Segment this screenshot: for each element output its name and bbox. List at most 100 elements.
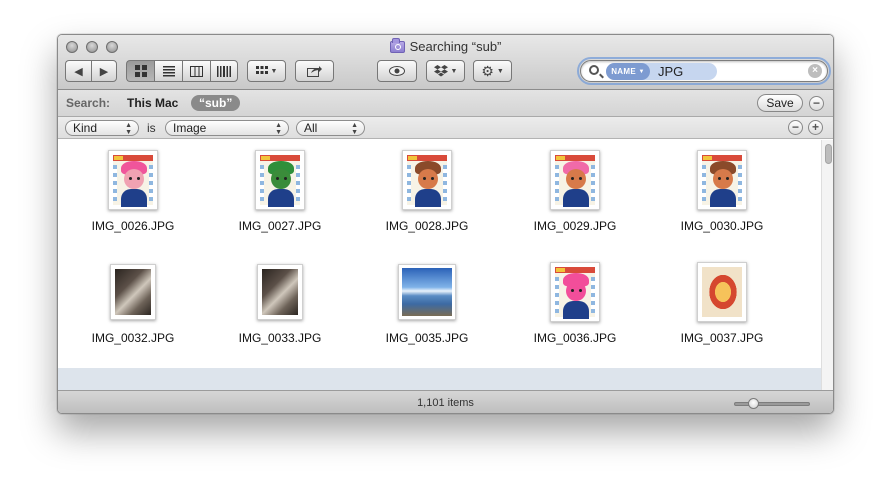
window-title: Searching “sub” [58,37,833,54]
file-thumbnail [398,264,456,320]
criteria-operator: is [147,121,156,135]
remove-scope-button[interactable]: − [809,96,824,111]
file-name-label: IMG_0037.JPG [680,331,764,345]
scope-this-mac[interactable]: This Mac [127,96,178,110]
thumbnail-art [408,156,417,160]
minus-icon: − [791,120,799,134]
coverflow-view-button[interactable] [210,60,238,82]
file-item[interactable]: IMG_0029.JPG [510,150,640,250]
thumbnail-art [431,177,434,180]
file-item[interactable]: IMG_0027.JPG [215,150,345,250]
file-name-label: IMG_0029.JPG [533,219,617,233]
thumbnail-art [591,165,595,201]
smart-folder-icon [389,37,405,53]
scope-sub-folder[interactable]: “sub” [191,95,241,111]
clear-search-icon[interactable]: × [808,64,822,78]
image-type-popup[interactable]: All ▲ ▼ [296,120,365,136]
chevron-down-icon: ▼ [496,67,504,75]
thumbnail-art [556,268,565,272]
thumbnail-art [129,177,132,180]
file-item[interactable]: IMG_0028.JPG [362,150,492,250]
file-thumbnail [255,150,305,210]
icon-size-slider[interactable] [734,402,810,406]
remove-criteria-button[interactable]: − [788,120,803,135]
thumbnail-art [113,165,117,201]
column-view-button[interactable] [182,60,210,82]
quick-look-button[interactable] [377,60,417,82]
thumbnail-art [555,277,559,313]
kind-popup[interactable]: Kind ▲ ▼ [65,120,139,136]
dropbox-button[interactable]: ▼ [426,60,465,82]
toolbar: Searching “sub” ◀ ▶ ▼ ▼ ⚙ ▼ NAME ▼ JPG × [58,35,833,90]
file-item[interactable]: IMG_0033.JPG [215,262,345,362]
coverflow-view-icon [217,65,231,77]
scrollbar-thumb[interactable] [825,144,832,164]
thumbnail-art [555,165,559,201]
file-item[interactable]: IMG_0037.JPG [657,262,787,362]
file-item[interactable]: IMG_0035.JPG [362,262,492,362]
thumbnail-art [296,165,300,201]
file-thumbnail [110,264,156,320]
popup-arrows-icon: ▲ ▼ [275,122,282,136]
column-view-icon [190,65,203,77]
share-icon [307,66,322,77]
action-group: ⚙ ▼ [473,60,512,82]
search-icon [589,65,599,75]
search-field[interactable]: NAME ▼ JPG × [580,60,828,82]
thumbnail-art [702,155,742,207]
file-name-label: IMG_0035.JPG [385,331,469,345]
icon-view-button[interactable] [126,60,154,82]
thumbnail-art [571,289,574,292]
chevron-down-icon: ▼ [270,67,278,75]
thumbnail-art [563,301,589,319]
thumbnail-art [555,267,595,319]
chevron-down-icon: ▼ [450,67,458,75]
thumbnail-art [566,169,586,189]
search-token[interactable]: NAME ▼ JPG [606,63,718,80]
thumbnail-art [268,189,294,207]
thumbnail-art [702,267,742,317]
add-criteria-button[interactable]: + [808,120,823,135]
file-thumbnail [697,150,747,210]
thumbnail-art [591,277,595,313]
back-button[interactable]: ◀ [65,60,91,82]
action-button[interactable]: ⚙ ▼ [473,60,512,82]
file-item[interactable]: IMG_0030.JPG [657,150,787,250]
thumbnail-art [738,165,742,201]
popup-arrows-icon: ▲ ▼ [125,122,132,136]
thumbnail-art [571,177,574,180]
chevron-down-icon: ▼ [638,68,645,75]
gear-icon: ⚙ [481,63,494,79]
file-item[interactable]: IMG_0026.JPG [68,150,198,250]
thumbnail-art [703,156,712,160]
scope-label: Search: [66,96,111,110]
grid-empty-area [58,368,821,390]
thumbnail-art [276,177,279,180]
file-name-label: IMG_0030.JPG [680,219,764,233]
token-badge[interactable]: NAME ▼ [606,63,650,80]
minus-icon: − [812,96,820,110]
thumbnail-art [113,155,153,207]
eye-icon [389,66,405,76]
list-view-button[interactable] [154,60,182,82]
thumbnail-art [407,155,447,207]
arrange-button[interactable]: ▼ [247,60,286,82]
forward-button[interactable]: ▶ [91,60,117,82]
file-name-label: IMG_0032.JPG [91,331,175,345]
file-name-label: IMG_0027.JPG [238,219,322,233]
vertical-scrollbar[interactable] [821,140,833,390]
file-name-label: IMG_0026.JPG [91,219,175,233]
arrange-grid-icon [255,66,268,74]
image-popup[interactable]: Image ▲ ▼ [165,120,289,136]
save-search-button[interactable]: Save [757,94,803,112]
dropbox-icon [433,65,448,77]
thumbnail-art [260,165,264,201]
thumbnail-art [260,155,300,207]
share-button[interactable] [295,60,334,82]
thumbnail-art [415,189,441,207]
file-grid: IMG_0026.JPG IMG_0027.JPG IMG_0028.JPG IMG_… [58,140,821,368]
icon-view-icon [134,65,147,77]
file-item[interactable]: IMG_0036.JPG [510,262,640,362]
icon-size-slider-knob[interactable] [748,398,759,409]
file-item[interactable]: IMG_0032.JPG [68,262,198,362]
